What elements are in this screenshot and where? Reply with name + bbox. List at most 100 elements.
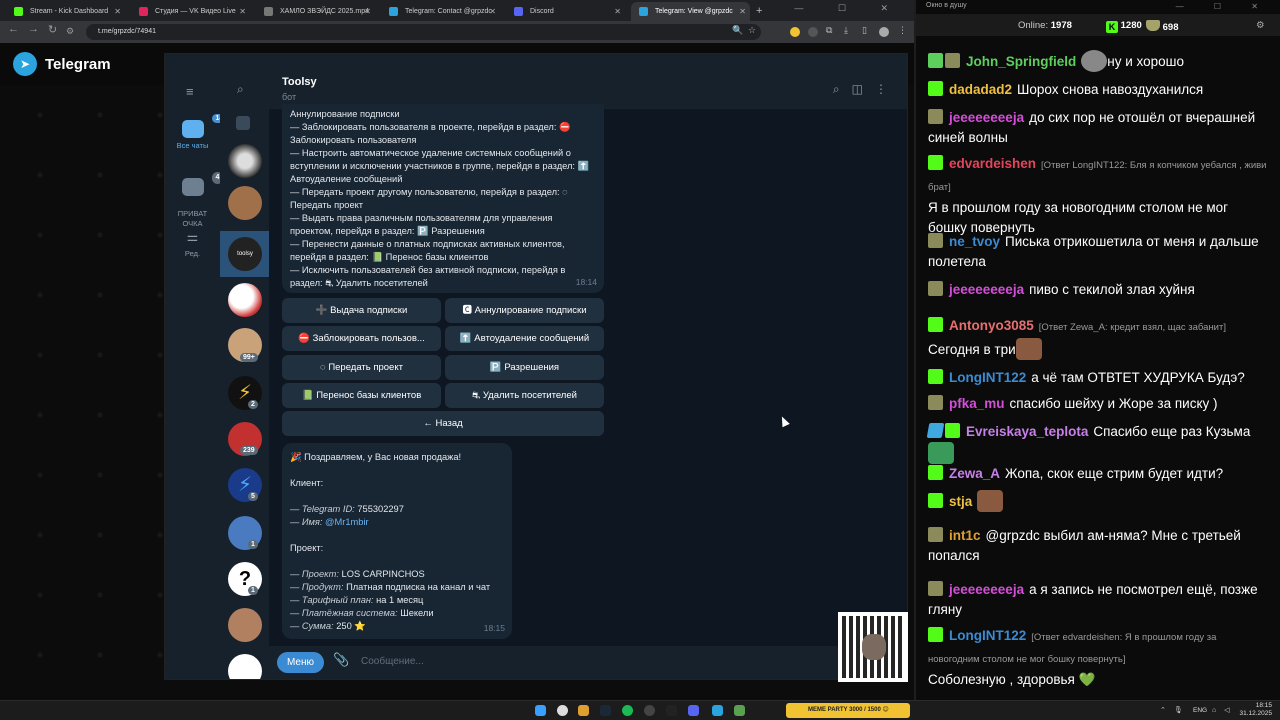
telegram-app-window: — ☐ ✕ ≡ 14 Все чаты 4 ПРИВАТ ОЧКА ⚌ Ред.… — [164, 53, 908, 680]
username-link[interactable]: @Mr1mbir — [325, 517, 369, 527]
chat-username[interactable]: stja — [949, 494, 972, 509]
extensions-puzzle-icon[interactable]: ⧉ — [826, 25, 838, 36]
folder-edit[interactable]: ⚌ Ред. — [165, 228, 220, 258]
profile-avatar[interactable] — [879, 27, 889, 37]
chat-username[interactable]: John_Springfield — [966, 54, 1076, 69]
field-label: — Имя: — [290, 517, 323, 527]
kb-block-user-button[interactable]: ⛔ Заблокировать пользов... — [282, 326, 441, 351]
chat-avatar[interactable] — [228, 654, 262, 679]
telegram-icon[interactable] — [712, 705, 723, 716]
tab-close-icon[interactable]: ✕ — [364, 2, 371, 21]
kb-permissions-button[interactable]: 🅿️ Разрешения — [445, 355, 604, 380]
new-tab-button[interactable]: + — [756, 2, 762, 21]
settings-icon[interactable]: ⚙ — [1256, 20, 1265, 31]
search-icon[interactable]: ⌕ — [237, 82, 244, 97]
chat-text: ну и хорошо — [1107, 54, 1184, 69]
reload-icon[interactable]: ↻ — [48, 23, 57, 36]
browser-tab[interactable]: Telegram: Contact @grpzdc ✕ — [381, 2, 500, 21]
chat-avatar[interactable] — [228, 283, 262, 317]
extension-icon[interactable] — [808, 27, 818, 37]
browser-tab[interactable]: Discord ✕ — [506, 2, 625, 21]
split-view-icon[interactable]: ▯ — [862, 25, 873, 36]
discord-icon[interactable] — [688, 705, 699, 716]
more-icon[interactable]: ⋮ — [875, 82, 899, 96]
trophy-badge-icon — [928, 109, 943, 124]
back-icon[interactable]: ← — [8, 23, 19, 35]
chat-username[interactable]: jeeeeeeeeja — [949, 582, 1024, 597]
chat-username[interactable]: Evreiskaya_teplota — [966, 424, 1088, 439]
tab-close-icon[interactable]: ✕ — [739, 2, 746, 21]
forward-icon[interactable]: → — [28, 23, 39, 35]
chat-username[interactable]: Antonyo3085 — [949, 318, 1034, 333]
kb-autodelete-button[interactable]: ⬆️ Автоудаление сообщений — [445, 326, 604, 351]
check-badge-icon — [928, 53, 943, 68]
attach-icon[interactable]: 📎 — [333, 652, 349, 668]
bookmark-star-icon[interactable]: ☆ — [748, 25, 762, 36]
clock[interactable]: 18:15 31.12.2025 — [1239, 702, 1272, 718]
chat-header[interactable]: Toolsy бот ⌕◫⋮ — [269, 54, 907, 110]
tab-close-icon[interactable]: ✕ — [489, 2, 496, 21]
app-icon[interactable] — [734, 705, 745, 716]
network-volume-icons[interactable]: ⌂ ◁ — [1212, 706, 1233, 714]
folder-icon[interactable] — [578, 705, 589, 716]
browser-menu-icon[interactable]: ⋮ — [898, 25, 913, 36]
search-icon[interactable]: ⌕ — [833, 82, 852, 96]
archive-icon[interactable] — [236, 116, 250, 130]
spotify-icon[interactable] — [622, 705, 633, 716]
folder-private[interactable]: 4 ПРИВАТ ОЧКА — [165, 168, 224, 229]
browser-tab[interactable]: Студия — VK Видео Live ✕ — [131, 2, 250, 21]
chat-username[interactable]: int1c — [949, 528, 981, 543]
kb-issue-subscription-button[interactable]: ➕ Выдача подписки — [282, 298, 441, 323]
tab-close-icon[interactable]: ✕ — [614, 2, 621, 21]
kb-cancel-subscription-button[interactable]: 🅲 Аннулирование подписки — [445, 298, 604, 323]
folder-all-chats[interactable]: 14 Все чаты — [165, 114, 228, 150]
online-label: Online: — [1018, 20, 1049, 31]
chat-username[interactable]: dadadad2 — [949, 82, 1012, 97]
browser-window-controls[interactable]: — ☐ ✕ — [794, 3, 904, 14]
site-info-icon[interactable]: ⚙ — [66, 26, 74, 37]
extension-icon[interactable] — [790, 27, 800, 37]
download-icon[interactable]: ⤓ — [844, 25, 854, 36]
toolsy-avatar[interactable]: toolsy — [228, 237, 262, 271]
chat-username[interactable]: ne_tvoy — [949, 234, 1000, 249]
sidebar-toggle-icon[interactable]: ◫ — [852, 82, 875, 96]
project-label: Проект: — [290, 543, 324, 553]
browser-tab[interactable]: ХАМЛО ЗВЭЙДС 2025.mp4 ✕ — [256, 2, 375, 21]
chrome-icon[interactable] — [557, 705, 568, 716]
url-input[interactable]: t.me/grpzdc/74941 — [86, 24, 761, 40]
chat-username[interactable]: LongINT122 — [949, 370, 1026, 385]
field-label: — Платёжная система: — [290, 608, 398, 618]
tray-icons[interactable]: ⌃🎙 — [1160, 706, 1191, 714]
chat-username[interactable]: LongINT122 — [949, 628, 1026, 643]
obs-icon[interactable] — [666, 705, 677, 716]
language-indicator[interactable]: ENG — [1193, 707, 1207, 714]
chat-username[interactable]: jeeeeeeeeja — [949, 110, 1024, 125]
chat-username[interactable]: edvardeishen — [949, 156, 1036, 171]
zoom-icon[interactable]: 🔍 — [732, 25, 749, 36]
bot-menu-button[interactable]: Меню — [277, 652, 324, 673]
browser-tab[interactable]: Stream - Kick Dashboard ✕ — [6, 2, 125, 21]
chat-message: pfka_mu спасибо шейху и Жоре за писку ) — [928, 394, 1268, 414]
kb-transfer-project-button[interactable]: ◌ Передать проект — [282, 355, 441, 380]
app-icon[interactable] — [644, 705, 655, 716]
tab-close-icon[interactable]: ✕ — [239, 2, 246, 21]
chat-window-controls[interactable]: — ☐ ✕ — [1176, 2, 1272, 11]
hamburger-menu-icon[interactable]: ≡ — [186, 84, 194, 99]
chat-username[interactable]: jeeeeeeeeja — [949, 282, 1024, 297]
chat-username[interactable]: pfka_mu — [949, 396, 1005, 411]
tab-title: Telegram: Contact @grpzdc — [405, 8, 492, 15]
browser-tab[interactable]: Telegram: View @grpzdc ✕ — [631, 2, 750, 21]
meme-party-widget[interactable]: MEME PARTY 3000 / 1500 😊 — [786, 703, 910, 718]
chat-avatar[interactable] — [228, 144, 262, 178]
start-icon[interactable] — [535, 705, 546, 716]
chat-avatar[interactable] — [228, 186, 262, 220]
chat-avatar[interactable] — [228, 608, 262, 642]
message-input[interactable]: Сообщение... — [361, 656, 424, 667]
tab-close-icon[interactable]: ✕ — [114, 2, 121, 21]
kb-remove-visitors-button[interactable]: ⛐ Удалить посетителей — [445, 383, 604, 408]
steam-icon[interactable] — [600, 705, 611, 716]
chat-message: stja — [928, 490, 1268, 512]
kb-back-button[interactable]: ← Назад — [282, 411, 604, 436]
kb-transfer-clients-button[interactable]: 📗 Перенос базы клиентов — [282, 383, 441, 408]
chat-username[interactable]: Zewa_A — [949, 466, 1000, 481]
